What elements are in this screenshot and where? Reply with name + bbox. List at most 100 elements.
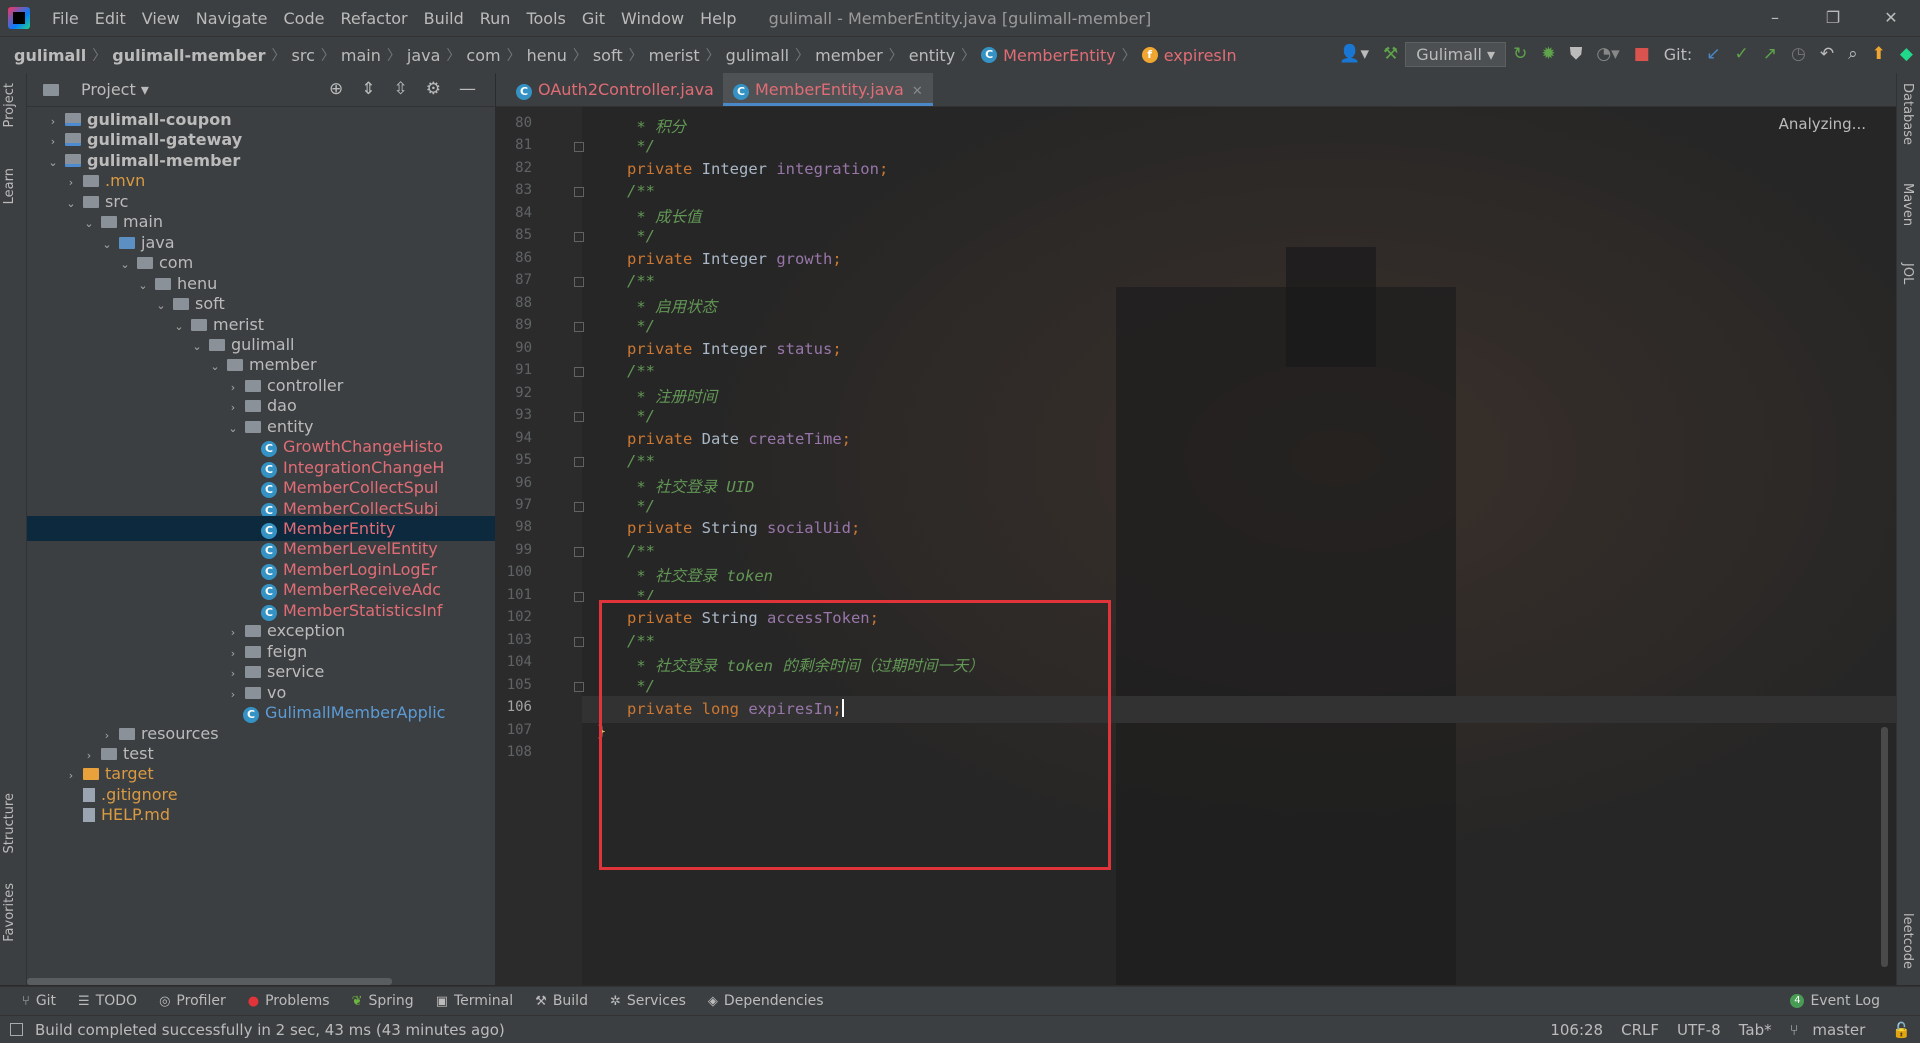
git-commit-icon[interactable]: ✓ <box>1735 44 1749 64</box>
file-encoding[interactable]: UTF-8 <box>1677 1021 1721 1039</box>
close-icon[interactable]: ✕ <box>1862 0 1920 36</box>
fold-marker-icon[interactable] <box>574 412 584 423</box>
profile-icon[interactable]: ◔▾ <box>1596 44 1619 64</box>
code-line[interactable]: */ <box>627 497 655 515</box>
tab-oauth2-controller[interactable]: COAuth2Controller.java✕ <box>506 73 743 106</box>
fold-marker-icon[interactable] <box>574 501 584 512</box>
stop-icon[interactable]: ■ <box>1634 44 1650 64</box>
gear-icon[interactable]: ⚙ <box>426 79 441 99</box>
collapse-all-icon[interactable]: ⇳ <box>394 79 408 99</box>
breadcrumb-item[interactable]: entity <box>903 46 961 65</box>
code-line[interactable]: * 注册时间 <box>627 385 717 407</box>
breadcrumb-field[interactable]: f expiresIn <box>1136 46 1243 65</box>
breadcrumb-item[interactable]: gulimall-member <box>106 46 271 65</box>
breadcrumb-item[interactable]: henu <box>521 46 573 65</box>
breadcrumb-item[interactable]: member <box>809 46 889 65</box>
fold-marker-icon[interactable] <box>574 546 584 557</box>
code-line[interactable]: */ <box>627 317 655 335</box>
fold-marker-icon[interactable] <box>574 681 584 692</box>
code-line[interactable]: private Integer status; <box>627 340 842 358</box>
caret-position[interactable]: 106:28 <box>1550 1021 1603 1039</box>
code-line[interactable]: /** <box>627 182 655 200</box>
fold-marker-icon[interactable] <box>574 457 584 468</box>
tool-git[interactable]: ⑂ Git <box>22 993 56 1009</box>
git-branch-widget[interactable]: ⑂ master <box>1790 1021 1875 1039</box>
tool-spring[interactable]: ❦ Spring <box>352 993 414 1009</box>
breadcrumb-item[interactable]: main <box>335 46 387 65</box>
build-hammer-icon[interactable]: ⚒ <box>1383 44 1398 64</box>
code-line[interactable]: /** <box>627 452 655 470</box>
tool-tab-jol[interactable]: JOL <box>1900 263 1915 284</box>
fold-marker-icon[interactable] <box>574 322 584 333</box>
code-line[interactable]: */ <box>627 137 655 155</box>
code-line[interactable]: /** <box>627 272 655 290</box>
indent-setting[interactable]: Tab* <box>1739 1021 1772 1039</box>
tool-tab-favorites[interactable]: Favorites <box>2 883 17 942</box>
menu-build[interactable]: Build <box>416 9 472 28</box>
minimize-icon[interactable]: – <box>1746 0 1804 36</box>
rerun-icon[interactable]: ↻ <box>1513 44 1527 64</box>
git-update-icon[interactable]: ↙ <box>1706 44 1720 64</box>
tool-problems[interactable]: ● Problems <box>248 993 330 1009</box>
menu-run[interactable]: Run <box>472 9 519 28</box>
code-line[interactable]: private Integer integration; <box>627 160 888 178</box>
breadcrumb-item[interactable]: merist <box>643 46 706 65</box>
horizontal-scrollbar[interactable] <box>27 978 392 985</box>
tool-dependencies[interactable]: ◈ Dependencies <box>708 993 824 1009</box>
breadcrumb-class[interactable]: C MemberEntity <box>975 46 1122 65</box>
breadcrumb-item[interactable]: java <box>401 46 447 65</box>
tool-tab-structure[interactable]: Structure <box>2 793 17 853</box>
user-icon[interactable]: 👤▾ <box>1339 44 1369 64</box>
fold-marker-icon[interactable] <box>574 636 584 647</box>
tree-item[interactable]: HELP.md <box>27 802 495 827</box>
menu-git[interactable]: Git <box>574 9 613 28</box>
fold-marker-icon[interactable] <box>574 187 584 198</box>
locate-icon[interactable]: ⊕ <box>329 79 343 99</box>
menu-file[interactable]: File <box>44 9 87 28</box>
breadcrumb-item[interactable]: gulimall <box>720 46 795 65</box>
coverage-icon[interactable]: ⛊ <box>1570 44 1583 64</box>
menu-navigate[interactable]: Navigate <box>188 9 276 28</box>
plugin-icon[interactable]: ◆ <box>1900 44 1913 64</box>
menu-window[interactable]: Window <box>613 9 692 28</box>
menu-code[interactable]: Code <box>276 9 333 28</box>
menu-tools[interactable]: Tools <box>518 9 573 28</box>
menu-edit[interactable]: Edit <box>87 9 134 28</box>
tool-tab-database[interactable]: Database <box>1900 83 1915 145</box>
code-editor[interactable]: 80 81 82 83 84 85 86 87 88 89 90 91 92 93 94 95 96 97 98 99… <box>496 107 1896 985</box>
breadcrumb-item[interactable]: gulimall <box>8 46 92 65</box>
project-panel-title[interactable]: Project ▾ <box>81 80 149 99</box>
tool-event-log[interactable]: 4 Event Log <box>1790 993 1880 1009</box>
tool-tab-leetcode[interactable]: leetcode <box>1900 913 1915 969</box>
menu-help[interactable]: Help <box>692 9 744 28</box>
vertical-scrollbar[interactable] <box>1881 727 1888 967</box>
tool-tab-learn[interactable]: Learn <box>2 168 17 204</box>
status-window-icon[interactable] <box>10 1023 23 1036</box>
fold-marker-icon[interactable] <box>574 232 584 243</box>
breadcrumb-item[interactable]: com <box>460 46 506 65</box>
git-history-icon[interactable]: ◷ <box>1791 44 1806 64</box>
code-line[interactable]: * 启用状态 <box>627 295 717 317</box>
tool-tab-project[interactable]: Project <box>2 83 17 127</box>
code-line[interactable]: * 成长值 <box>627 205 701 227</box>
menu-refactor[interactable]: Refactor <box>332 9 415 28</box>
tool-tab-maven[interactable]: Maven <box>1900 183 1915 226</box>
fold-marker-icon[interactable] <box>574 277 584 288</box>
line-separator[interactable]: CRLF <box>1621 1021 1659 1039</box>
code-line[interactable]: private Date createTime; <box>627 430 851 448</box>
breadcrumb-item[interactable]: soft <box>587 46 629 65</box>
code-line[interactable]: * 积分 <box>627 115 686 137</box>
tool-todo[interactable]: ☰ TODO <box>78 993 137 1009</box>
menu-view[interactable]: View <box>134 9 188 28</box>
code-line[interactable]: * 社交登录 token <box>627 564 773 586</box>
restore-icon[interactable]: ❐ <box>1804 0 1862 36</box>
tool-terminal[interactable]: ▣ Terminal <box>436 993 513 1009</box>
tool-profiler[interactable]: ◎ Profiler <box>159 993 226 1009</box>
code-line[interactable]: private String socialUid; <box>627 519 860 537</box>
search-icon[interactable]: ⌕ <box>1848 44 1858 64</box>
git-rollback-icon[interactable]: ↶ <box>1820 44 1834 64</box>
code-line[interactable]: * 社交登录 UID <box>627 475 754 497</box>
close-tab-icon[interactable]: ✕ <box>912 84 923 99</box>
tool-build[interactable]: ⚒ Build <box>535 993 588 1009</box>
code-line[interactable]: */ <box>627 227 655 245</box>
